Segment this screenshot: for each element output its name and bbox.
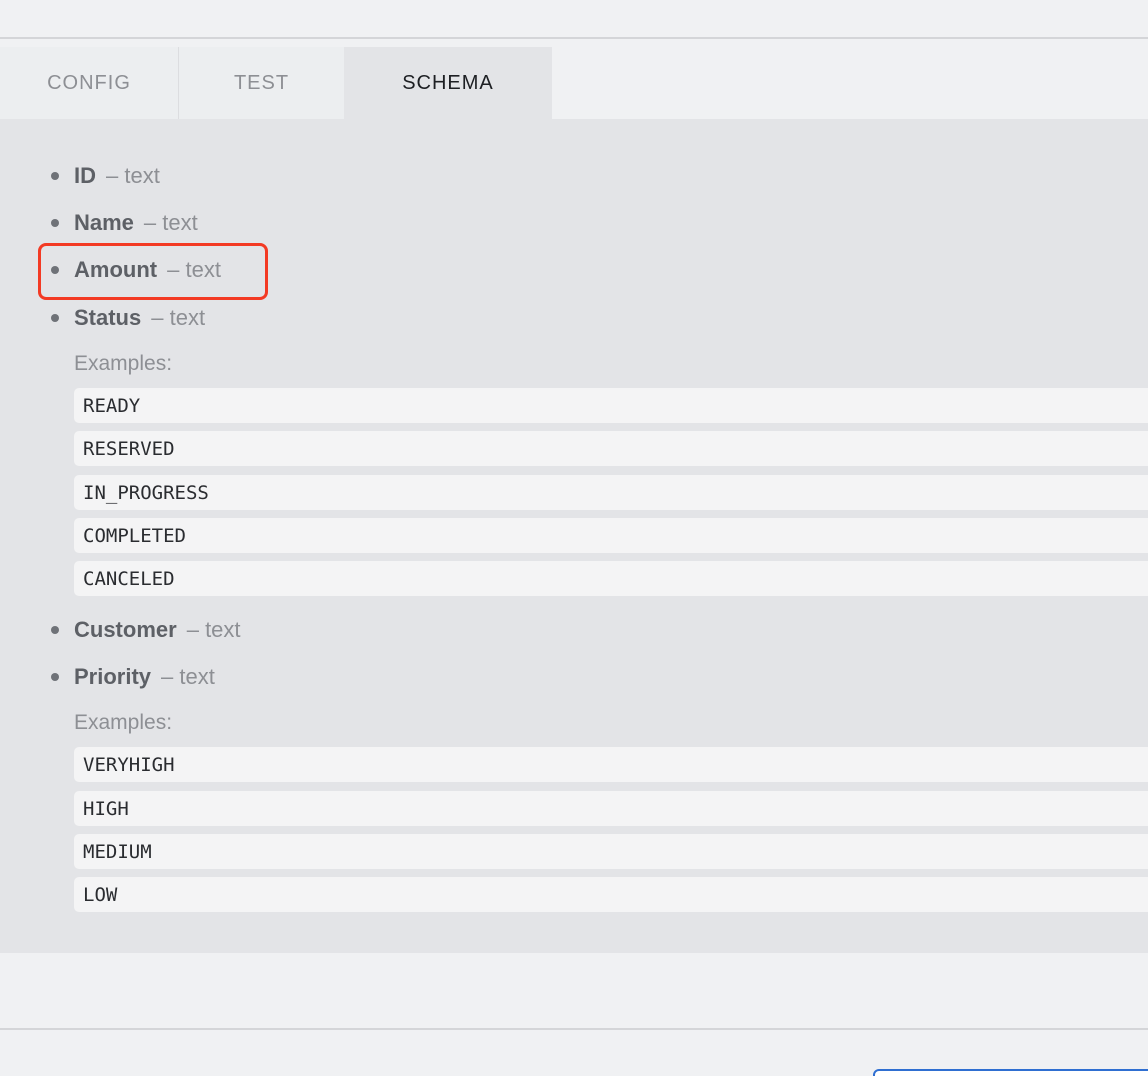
example-value: MEDIUM	[74, 834, 1148, 869]
example-value: READY	[74, 388, 1148, 423]
field-name: Customer – text	[74, 617, 241, 642]
bullet-icon	[51, 314, 59, 322]
example-value: CANCELED	[74, 561, 1148, 596]
priority-examples-label: Examples:	[74, 711, 173, 734]
example-value: IN_PROGRESS	[74, 475, 1148, 510]
field-name: Amount – text	[74, 257, 221, 282]
example-value: RESERVED	[74, 431, 1148, 466]
action-button[interactable]	[873, 1069, 1148, 1076]
example-value: HIGH	[74, 791, 1148, 826]
tab-config[interactable]: CONFIG	[0, 47, 179, 119]
top-divider	[0, 37, 1148, 39]
field-type: – text	[151, 305, 206, 330]
bullet-icon	[51, 673, 59, 681]
bullet-icon	[51, 219, 59, 227]
field-type: – text	[106, 163, 160, 188]
example-value: LOW	[74, 877, 1148, 912]
bullet-icon	[51, 266, 59, 274]
field-type: – text	[143, 210, 198, 235]
status-examples-label: Examples:	[74, 352, 173, 375]
field-type: – text	[186, 617, 241, 642]
bullet-icon	[51, 172, 59, 180]
example-value: VERYHIGH	[74, 747, 1148, 782]
field-type: – text	[167, 257, 221, 282]
example-value: COMPLETED	[74, 518, 1148, 553]
field-name: Status – text	[74, 305, 206, 330]
field-name: Name – text	[74, 210, 198, 235]
bullet-icon	[51, 626, 59, 634]
tab-test[interactable]: TEST	[179, 47, 344, 119]
schema-page: CONFIG TEST SCHEMA ID – text Name – text A…	[0, 0, 1148, 1076]
field-name: ID – text	[74, 163, 160, 188]
tab-bar: CONFIG TEST SCHEMA	[0, 47, 552, 119]
tab-schema[interactable]: SCHEMA	[344, 47, 552, 119]
bottom-divider	[0, 1028, 1148, 1030]
field-name: Priority – text	[74, 664, 215, 689]
field-type: – text	[161, 664, 215, 689]
